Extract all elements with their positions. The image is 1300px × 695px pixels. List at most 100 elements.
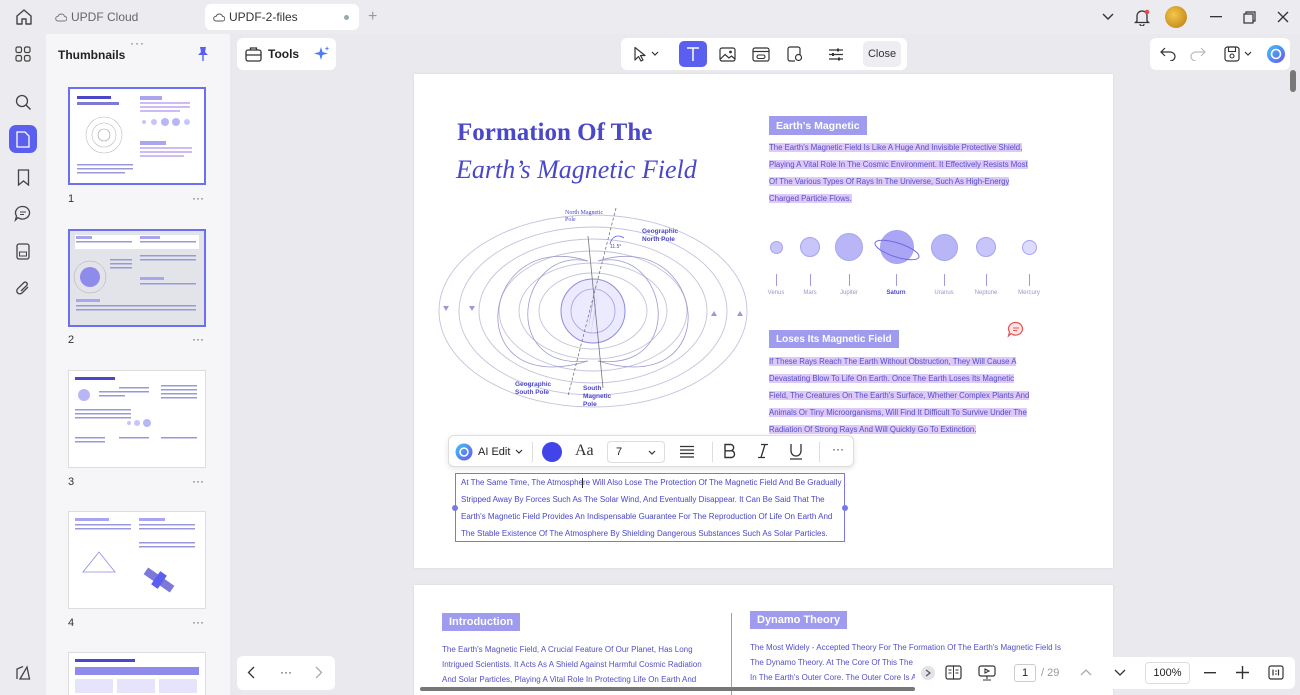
page-thumbnail-2[interactable] xyxy=(68,229,206,327)
align-icon[interactable] xyxy=(679,445,695,458)
bookmark-icon[interactable] xyxy=(9,163,37,191)
zoom-level[interactable]: 100% xyxy=(1145,662,1190,684)
horizontal-scrollbar[interactable] xyxy=(420,687,915,691)
section-badge-dynamo-theory[interactable]: Dynamo Theory xyxy=(750,611,848,629)
font-picker-button[interactable]: Aa xyxy=(575,442,594,460)
page-title-line1[interactable]: Formation Of The xyxy=(457,119,652,147)
text-line: Intrigued Scientists. It Acts As A Shiel… xyxy=(442,660,702,669)
organize-pages-icon[interactable] xyxy=(9,40,37,68)
sliders-icon xyxy=(829,48,843,60)
geographic-north-pole-label: Geographic North Pole xyxy=(642,228,679,243)
page-thumbnail-3[interactable] xyxy=(68,370,206,468)
text-color-swatch[interactable] xyxy=(542,442,562,462)
resize-handle-right[interactable] xyxy=(842,505,848,511)
tilt-angle-label: 11.5° xyxy=(610,244,622,250)
thumbnail-more-icon[interactable]: ··· xyxy=(192,191,204,205)
page-thumbnail-4[interactable] xyxy=(68,511,206,609)
user-avatar[interactable] xyxy=(1165,6,1187,28)
redo-icon[interactable] xyxy=(1184,41,1212,67)
editing-text-box[interactable]: At The Same Time, The Atmosphere Will Al… xyxy=(455,473,845,542)
font-size-value: 7 xyxy=(616,446,623,458)
close-window-icon[interactable] xyxy=(1268,2,1298,32)
edit-image-tool-button[interactable] xyxy=(713,41,741,67)
italic-icon[interactable] xyxy=(757,443,769,459)
close-edit-button[interactable]: Close xyxy=(863,41,901,67)
panel-drag-handle[interactable]: ··· xyxy=(130,36,145,50)
new-tab-plus-icon[interactable]: + xyxy=(368,8,377,26)
watermark-tool-button[interactable] xyxy=(781,41,809,67)
presentation-icon[interactable] xyxy=(978,665,996,681)
tab-updf-cloud[interactable]: UPDF Cloud xyxy=(47,4,199,30)
divider xyxy=(819,442,820,462)
edit-text-tool-button[interactable] xyxy=(679,41,707,67)
text-line: Of The Various Types Of Rays In The Univ… xyxy=(769,177,1010,186)
ai-assistant-icon[interactable] xyxy=(1262,41,1290,67)
layers-icon[interactable] xyxy=(9,659,37,687)
zoom-in-icon[interactable] xyxy=(1236,666,1249,679)
thumbnail-more-icon[interactable]: ··· xyxy=(192,332,204,346)
text-line: Animals Or Tiny Microorganisms, Will Fin… xyxy=(769,408,1027,417)
bold-icon[interactable] xyxy=(723,443,737,459)
cursor-icon xyxy=(634,46,659,62)
thumbnail-more-icon[interactable]: ··· xyxy=(192,615,204,629)
edit-text-line[interactable]: At The Same Time, The Atmosphere Will Al… xyxy=(461,478,842,487)
chevron-down-icon xyxy=(648,450,656,455)
planet-tick xyxy=(896,274,897,286)
paragraph-earths-magnetic[interactable]: The Earth's Magnetic Field Is Like A Hug… xyxy=(769,139,1028,207)
ai-sparkle-icon[interactable] xyxy=(313,45,331,63)
section-badge-earths-magnetic[interactable]: Earth's Magnetic xyxy=(769,116,867,135)
undo-icon[interactable] xyxy=(1154,41,1182,67)
section-badge-loses-magnetic-field[interactable]: Loses Its Magnetic Field xyxy=(769,330,899,348)
section-badge-introduction[interactable]: Introduction xyxy=(442,613,521,631)
planet-mars xyxy=(800,237,820,257)
comment-note-icon[interactable] xyxy=(1007,321,1025,338)
planet-tick xyxy=(810,274,811,286)
save-icon[interactable] xyxy=(1218,41,1258,67)
zoom-out-icon[interactable] xyxy=(1204,672,1216,674)
page-thumbnail-5[interactable] xyxy=(68,652,206,695)
tab-updf-2-files[interactable]: UPDF-2-files xyxy=(205,4,359,30)
chevron-up-icon[interactable] xyxy=(1080,668,1092,676)
thumbnails-icon[interactable] xyxy=(9,125,37,153)
tools-button[interactable]: Tools xyxy=(237,38,336,70)
page-layout-icon[interactable] xyxy=(945,665,962,680)
search-icon[interactable] xyxy=(9,88,37,116)
edit-text-line[interactable]: The Stable Existence Of The Atmosphere B… xyxy=(461,529,828,538)
select-tool-button[interactable] xyxy=(626,41,666,67)
chevron-down-icon[interactable] xyxy=(1114,669,1126,677)
more-options-icon[interactable]: ··· xyxy=(832,442,844,456)
page-title-line2[interactable]: Earth’s Magnetic Field xyxy=(456,155,697,185)
edit-text-line[interactable]: Stripped Away By Forces Such As The Sola… xyxy=(461,495,825,504)
form-fields-icon[interactable] xyxy=(9,237,37,265)
more-dots-icon[interactable]: ··· xyxy=(280,665,292,679)
page-number-input[interactable]: 1 xyxy=(1014,664,1036,682)
thumbnail-page-number: 2 xyxy=(68,334,75,346)
edit-link-tool-button[interactable] xyxy=(747,41,775,67)
paragraph-introduction[interactable]: The Earth's Magnetic Field, A Crucial Fe… xyxy=(442,642,702,687)
paragraph-loses-magnetic-field[interactable]: If These Rays Reach The Earth Without Ob… xyxy=(769,353,1030,438)
unsaved-dot-icon[interactable] xyxy=(344,15,349,20)
minimize-icon[interactable] xyxy=(1201,2,1231,32)
home-icon[interactable] xyxy=(9,2,39,32)
page-settings-button[interactable] xyxy=(822,41,850,67)
pin-icon[interactable] xyxy=(196,46,210,62)
bell-icon[interactable] xyxy=(1127,2,1157,32)
edit-text-line[interactable]: Earth's Magnetic Field Provides An Indis… xyxy=(461,512,832,521)
ai-edit-button[interactable]: AI Edit xyxy=(455,443,523,461)
toolbox-icon xyxy=(245,47,262,62)
thumbnail-more-icon[interactable]: ··· xyxy=(192,474,204,488)
comment-icon[interactable] xyxy=(9,199,37,227)
font-size-select[interactable]: 7 xyxy=(607,441,665,463)
attachment-icon[interactable] xyxy=(9,274,37,302)
chevron-down-icon[interactable] xyxy=(1093,2,1123,32)
vertical-scrollbar[interactable] xyxy=(1290,70,1296,92)
text-line: Playing A Vital Role In The Cosmic Envir… xyxy=(769,160,1028,169)
underline-icon[interactable] xyxy=(789,443,803,460)
restore-icon[interactable] xyxy=(1234,2,1264,32)
next-arrow-icon[interactable] xyxy=(315,666,323,679)
page-thumbnail-1[interactable] xyxy=(68,87,206,185)
prev-arrow-icon[interactable] xyxy=(247,666,255,679)
collapse-arrow-icon[interactable] xyxy=(921,666,935,680)
actual-size-icon[interactable] xyxy=(1268,665,1284,680)
resize-handle-left[interactable] xyxy=(452,505,458,511)
